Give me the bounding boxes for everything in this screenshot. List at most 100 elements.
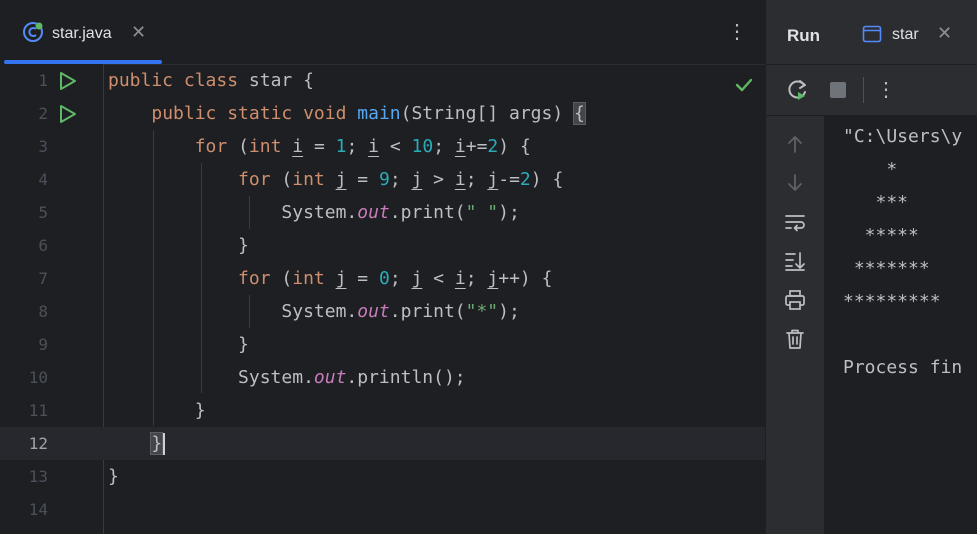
editor-tab-bar: star.java ✕ ⋮ bbox=[0, 0, 765, 65]
code-line[interactable]: 6 } bbox=[0, 229, 765, 262]
code-text: for (int i = 1; i < 10; i+=2) { bbox=[108, 130, 531, 163]
code-token: j bbox=[335, 169, 347, 190]
code-line[interactable]: 13} bbox=[0, 460, 765, 493]
code-token: j bbox=[487, 169, 499, 190]
console-line: Process fin bbox=[843, 357, 963, 378]
code-token: main bbox=[357, 103, 401, 124]
trash-icon[interactable] bbox=[783, 327, 807, 351]
line-number: 14 bbox=[28, 500, 48, 519]
console-line: ***** bbox=[843, 225, 919, 246]
code-token: ; bbox=[465, 169, 488, 190]
code-token: } bbox=[150, 432, 164, 455]
code-editor[interactable]: star.java ✕ ⋮ 1 public class star {2 publ… bbox=[0, 0, 765, 534]
editor-tab-label: star.java bbox=[52, 25, 112, 42]
code-line[interactable]: 12 } bbox=[0, 427, 765, 460]
no-problems-check-icon[interactable] bbox=[733, 74, 755, 96]
arrow-up-icon[interactable] bbox=[783, 132, 807, 156]
soft-wrap-icon[interactable] bbox=[783, 210, 807, 234]
code-token: for bbox=[238, 169, 282, 190]
code-token: System. bbox=[108, 202, 358, 223]
code-token: int bbox=[248, 136, 293, 157]
code-token: star { bbox=[248, 70, 314, 91]
code-text: } bbox=[108, 229, 249, 262]
code-line[interactable]: 14 bbox=[0, 493, 765, 526]
code-token: ( bbox=[238, 136, 249, 157]
close-run-tab-icon[interactable]: ✕ bbox=[937, 23, 952, 44]
code-token: } bbox=[108, 235, 249, 256]
console-output[interactable]: "C:\Users\y * *** ***** ******* *********… bbox=[825, 116, 977, 534]
code-text: for (int j = 9; j > i; j-=2) { bbox=[108, 163, 563, 196]
console-line: "C:\Users\y bbox=[843, 126, 963, 147]
code-token: out bbox=[357, 202, 390, 223]
console-side-toolbar bbox=[766, 116, 825, 534]
run-more-options-icon[interactable]: ⋮ bbox=[873, 77, 899, 103]
code-token: i bbox=[454, 268, 466, 289]
code-token: .print( bbox=[389, 301, 466, 322]
line-number: 3 bbox=[38, 137, 48, 156]
code-token: static bbox=[227, 103, 304, 124]
code-line[interactable]: 9 } bbox=[0, 328, 765, 361]
code-token: 0 bbox=[378, 268, 390, 289]
code-token: .println(); bbox=[346, 367, 466, 388]
arrow-down-icon[interactable] bbox=[783, 171, 807, 195]
code-line[interactable]: 4 for (int j = 9; j > i; j-=2) { bbox=[0, 163, 765, 196]
editor-tab-star-java[interactable]: star.java ✕ bbox=[4, 14, 162, 64]
code-token: 1 bbox=[335, 136, 347, 157]
run-tool-window: Run star ✕ ⋮ "C:\Users\y * *** ***** ***… bbox=[765, 0, 977, 534]
code-line[interactable]: 2 public static void main(String[] args)… bbox=[0, 97, 765, 130]
code-token: 9 bbox=[378, 169, 390, 190]
editor-more-options-icon[interactable]: ⋮ bbox=[725, 18, 749, 46]
text-caret bbox=[163, 433, 166, 455]
run-gutter-icon[interactable] bbox=[59, 71, 77, 91]
code-token: 2 bbox=[519, 169, 531, 190]
code-token: j bbox=[335, 268, 347, 289]
code-line[interactable]: 5 System.out.print(" "); bbox=[0, 196, 765, 229]
code-text: for (int j = 0; j < i; j++) { bbox=[108, 262, 552, 295]
code-token: class bbox=[183, 70, 249, 91]
indent-guide bbox=[153, 130, 154, 426]
console-icon bbox=[862, 25, 882, 43]
code-text: } bbox=[108, 460, 119, 493]
code-text: } bbox=[108, 394, 206, 427]
stop-icon[interactable] bbox=[825, 77, 851, 103]
code-token: = bbox=[346, 268, 379, 289]
line-number: 2 bbox=[38, 104, 48, 123]
code-token: int bbox=[292, 268, 336, 289]
line-number: 9 bbox=[38, 335, 48, 354]
code-line[interactable]: 11 } bbox=[0, 394, 765, 427]
code-text: } bbox=[108, 328, 249, 361]
code-token: j bbox=[411, 169, 423, 190]
run-tab-star[interactable]: star ✕ bbox=[862, 22, 967, 52]
rerun-icon[interactable] bbox=[785, 77, 811, 103]
print-icon[interactable] bbox=[783, 288, 807, 312]
code-token: } bbox=[108, 400, 206, 421]
code-text: System.out.print(" "); bbox=[108, 196, 519, 229]
code-token: += bbox=[465, 136, 488, 157]
code-token: i bbox=[454, 136, 466, 157]
indent-guide bbox=[201, 163, 202, 393]
code-line[interactable]: 3 for (int i = 1; i < 10; i+=2) { bbox=[0, 130, 765, 163]
code-token: public bbox=[151, 103, 228, 124]
close-tab-icon[interactable]: ✕ bbox=[131, 22, 146, 43]
line-number: 12 bbox=[28, 434, 48, 453]
code-token: " " bbox=[465, 202, 499, 223]
code-token: i bbox=[292, 136, 304, 157]
run-gutter-icon[interactable] bbox=[59, 104, 77, 124]
code-token: < bbox=[422, 268, 455, 289]
code-line[interactable]: 1 public class star { bbox=[0, 64, 765, 97]
code-line[interactable]: 10 System.out.println(); bbox=[0, 361, 765, 394]
scroll-to-end-icon[interactable] bbox=[783, 249, 807, 273]
code-text: public class star { bbox=[108, 64, 314, 97]
indent-guide bbox=[249, 196, 250, 229]
code-token: ) { bbox=[530, 169, 564, 190]
code-line[interactable]: 7 for (int j = 0; j < i; j++) { bbox=[0, 262, 765, 295]
run-toolbar: ⋮ bbox=[766, 65, 977, 116]
code-token: ) { bbox=[498, 136, 531, 157]
code-token: ++) { bbox=[498, 268, 553, 289]
code-token: < bbox=[379, 136, 412, 157]
code-text: public static void main(String[] args) { bbox=[108, 97, 586, 130]
code-line[interactable]: 8 System.out.print("*"); bbox=[0, 295, 765, 328]
code-token: i bbox=[454, 169, 466, 190]
